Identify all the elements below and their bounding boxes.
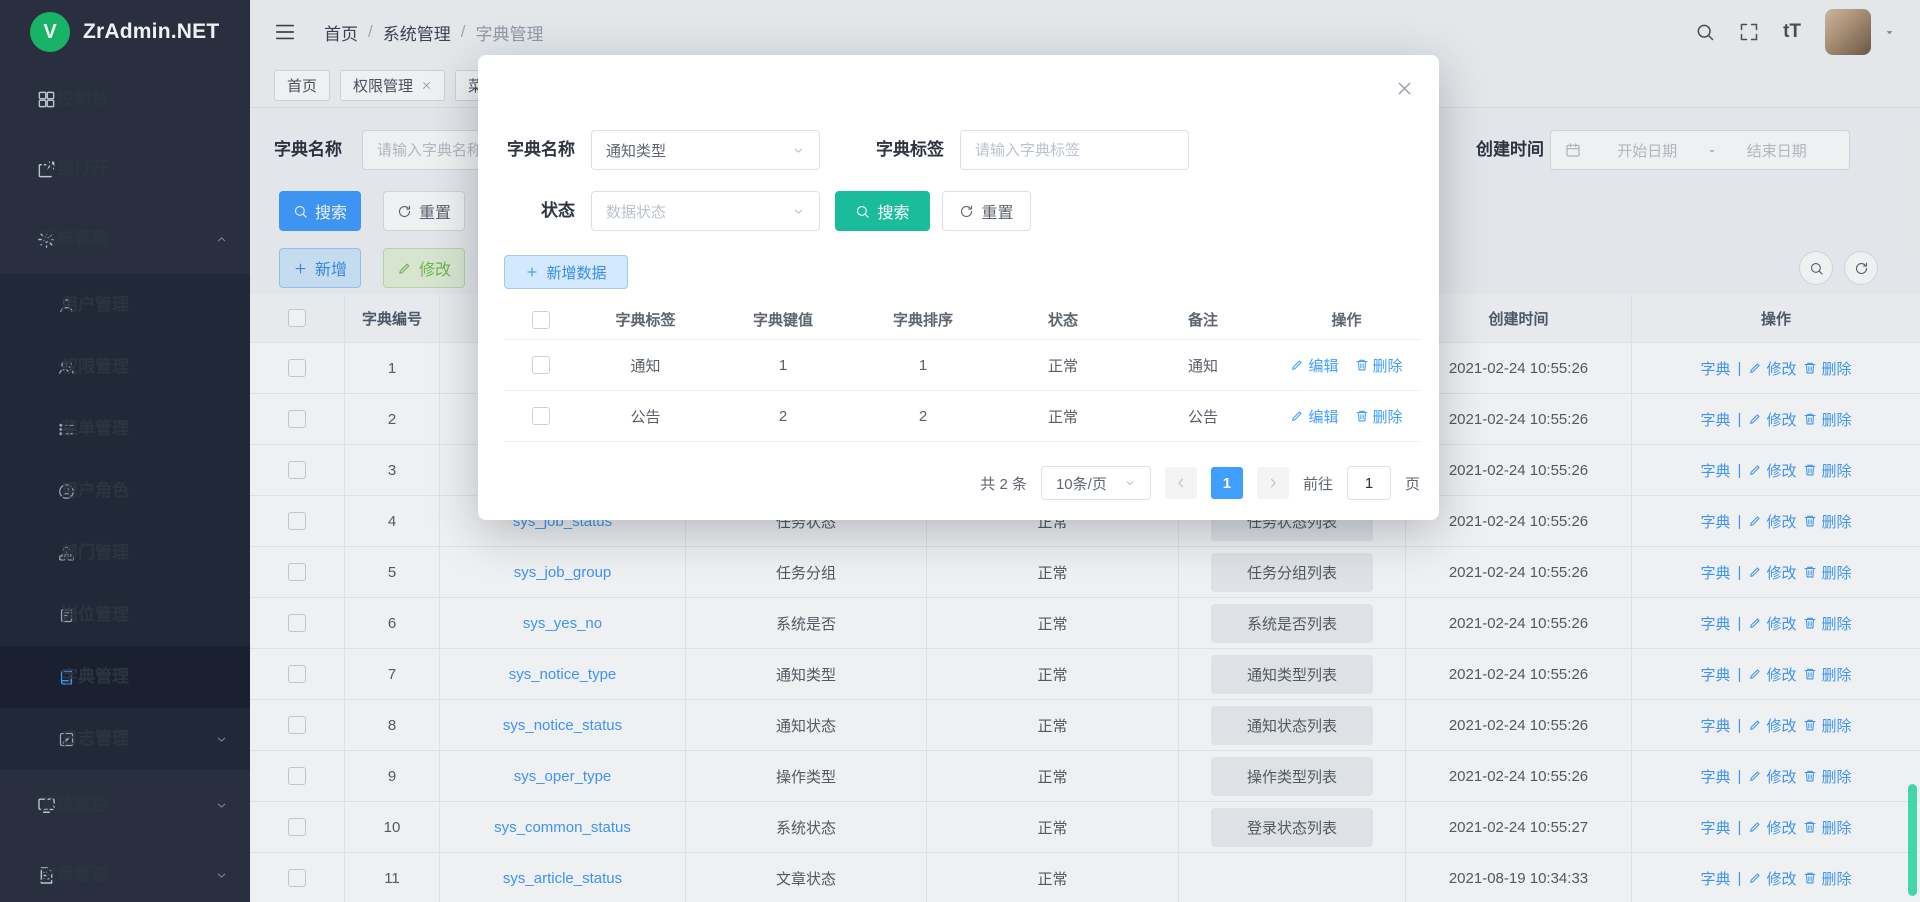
- modal-row-checkbox[interactable]: [532, 407, 550, 425]
- status-select[interactable]: 数据状态: [591, 191, 820, 231]
- dict-name-select-value: 通知类型: [606, 140, 666, 161]
- mcell-remark: 通知: [1133, 355, 1273, 376]
- mcell-value: 2: [713, 408, 853, 425]
- modal-status-label: 状态: [504, 191, 575, 231]
- mcell-ops: 编辑 删除: [1273, 355, 1420, 376]
- goto-label: 前往: [1303, 473, 1333, 494]
- refresh-icon: [959, 204, 974, 219]
- chevron-left-icon: [1174, 476, 1188, 490]
- modal-dict-label-label: 字典标签: [860, 130, 944, 170]
- add-data-label: 新增数据: [546, 262, 606, 283]
- modal-table-row: 公告 2 2 正常 公告 编辑 删除: [504, 391, 1420, 442]
- modal-table: 字典标签字典键值字典排序状态备注操作 通知 1 1 正常 通知 编辑 删除 公告…: [504, 300, 1420, 442]
- mcell-status: 正常: [993, 406, 1133, 427]
- chevron-down-icon: [792, 205, 805, 218]
- modal-search-label: 搜索: [877, 199, 909, 223]
- trash-icon: [1355, 409, 1369, 423]
- dict-data-modal: 字典名称 通知类型 字典标签 状态 数据状态 搜索 重置 新增数据 字典标签字典…: [478, 55, 1439, 520]
- chevron-right-icon: [1266, 476, 1280, 490]
- modal-select-all-checkbox[interactable]: [532, 311, 550, 329]
- mth-3: 状态: [993, 309, 1133, 330]
- mth-0: 字典标签: [578, 309, 713, 330]
- modal-delete-label: 删除: [1373, 355, 1403, 376]
- plus-icon: [525, 265, 539, 279]
- dict-name-select[interactable]: 通知类型: [591, 130, 820, 170]
- modal-table-row: 通知 1 1 正常 通知 编辑 删除: [504, 340, 1420, 391]
- modal-reset-label: 重置: [981, 199, 1013, 223]
- modal-edit-link[interactable]: 编辑: [1290, 355, 1338, 376]
- chevron-down-icon: [1124, 477, 1136, 489]
- modal-reset-button[interactable]: 重置: [942, 191, 1031, 231]
- trash-icon: [1355, 358, 1369, 372]
- mth-4: 备注: [1133, 309, 1273, 330]
- mth-select: [504, 311, 578, 329]
- mcell-value: 1: [713, 357, 853, 374]
- dict-label-input[interactable]: [960, 130, 1189, 170]
- current-page-button[interactable]: 1: [1211, 467, 1243, 499]
- modal-dict-name-label: 字典名称: [504, 130, 575, 170]
- mcell-ops: 编辑 删除: [1273, 406, 1420, 427]
- pencil-icon: [1290, 358, 1304, 372]
- modal-delete-label: 删除: [1373, 406, 1403, 427]
- mcell-label: 公告: [578, 406, 713, 427]
- modal-edit-label: 编辑: [1308, 355, 1338, 376]
- mth-1: 字典键值: [713, 309, 853, 330]
- modal-table-header-row: 字典标签字典键值字典排序状态备注操作: [504, 300, 1420, 340]
- pagination-total: 共 2 条: [980, 473, 1027, 494]
- mcell-label: 通知: [578, 355, 713, 376]
- modal-delete-link[interactable]: 删除: [1355, 406, 1403, 427]
- close-icon[interactable]: [1395, 79, 1414, 98]
- mcell-remark: 公告: [1133, 406, 1273, 427]
- pagination: 共 2 条 10条/页 1 前往 页: [478, 463, 1439, 503]
- page-size-select[interactable]: 10条/页: [1041, 466, 1151, 500]
- pencil-icon: [1290, 409, 1304, 423]
- modal-delete-link[interactable]: 删除: [1355, 355, 1403, 376]
- mcell-select: [504, 356, 578, 374]
- status-select-placeholder: 数据状态: [606, 201, 666, 222]
- mth-2: 字典排序: [853, 309, 993, 330]
- page-size-value: 10条/页: [1056, 473, 1107, 494]
- modal-row-checkbox[interactable]: [532, 356, 550, 374]
- goto-page-input[interactable]: [1347, 466, 1391, 500]
- search-icon: [855, 204, 870, 219]
- prev-page-button[interactable]: [1165, 467, 1197, 499]
- modal-edit-link[interactable]: 编辑: [1290, 406, 1338, 427]
- mcell-status: 正常: [993, 355, 1133, 376]
- mth-5: 操作: [1273, 309, 1420, 330]
- page-unit-label: 页: [1405, 473, 1420, 494]
- chevron-down-icon: [792, 144, 805, 157]
- mcell-sort: 1: [853, 357, 993, 374]
- modal-edit-label: 编辑: [1308, 406, 1338, 427]
- modal-search-button[interactable]: 搜索: [835, 191, 930, 231]
- add-data-button[interactable]: 新增数据: [504, 255, 628, 289]
- next-page-button[interactable]: [1257, 467, 1289, 499]
- mcell-sort: 2: [853, 408, 993, 425]
- scrollbar-thumb[interactable]: [1908, 784, 1917, 896]
- mcell-select: [504, 407, 578, 425]
